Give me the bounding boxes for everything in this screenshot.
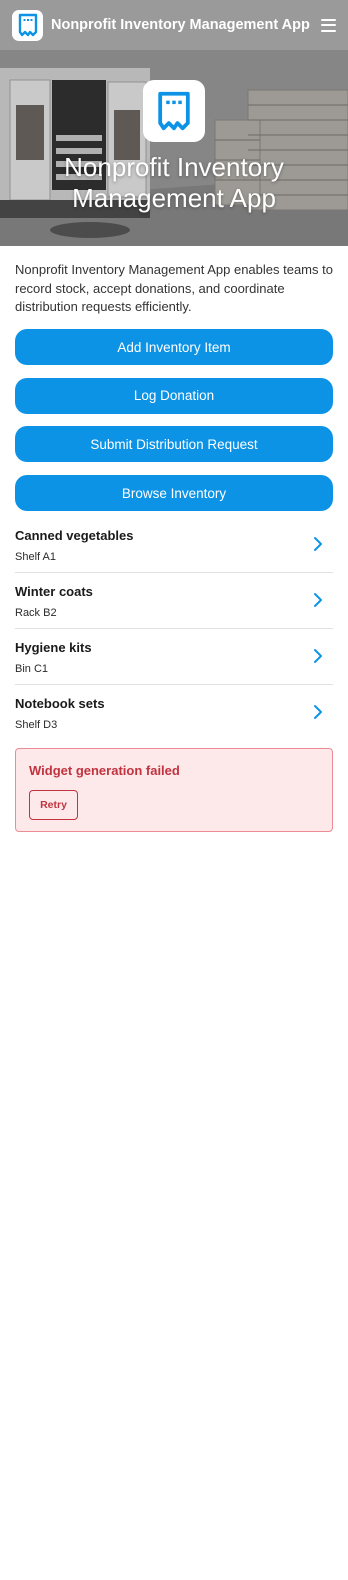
- item-location: Bin C1: [15, 663, 49, 675]
- add-inventory-item-button[interactable]: Add Inventory Item: [15, 329, 333, 365]
- chevron-right-icon: [314, 537, 322, 551]
- action-buttons: Add Inventory Item Log Donation Submit D…: [15, 329, 333, 524]
- widget-error-alert: Widget generation failed Retry: [15, 748, 333, 832]
- submit-distribution-request-button[interactable]: Submit Distribution Request: [15, 426, 333, 463]
- app-title: Nonprofit Inventory Management App: [51, 17, 310, 33]
- list-item[interactable]: Notebook sets Shelf D3: [15, 685, 333, 741]
- hero-icon-tile: [143, 80, 205, 142]
- item-location: Rack B2: [15, 607, 57, 619]
- item-name: Hygiene kits: [15, 640, 92, 655]
- item-location: Shelf A1: [15, 551, 56, 563]
- hero-title: Nonprofit Inventory Management App: [64, 152, 284, 213]
- item-location: Shelf D3: [15, 719, 58, 731]
- error-title: Widget generation failed: [29, 763, 180, 778]
- receipt-icon: [158, 91, 190, 131]
- app-logo[interactable]: [12, 9, 43, 41]
- chevron-right-icon: [314, 593, 322, 607]
- app-description: Nonprofit Inventory Management App enabl…: [15, 262, 333, 314]
- top-app-bar: Nonprofit Inventory Management App: [0, 0, 348, 50]
- list-item[interactable]: Hygiene kits Bin C1: [15, 629, 333, 685]
- receipt-icon: [18, 13, 37, 37]
- item-name: Notebook sets: [15, 696, 105, 711]
- list-item[interactable]: Winter coats Rack B2: [15, 573, 333, 629]
- hamburger-menu-icon[interactable]: [312, 13, 336, 37]
- item-name: Canned vegetables: [15, 528, 134, 543]
- inventory-list: Canned vegetables Shelf A1 Winter coats …: [15, 517, 333, 741]
- item-name: Winter coats: [15, 584, 93, 599]
- browse-inventory-button[interactable]: Browse Inventory: [15, 475, 333, 512]
- retry-button[interactable]: Retry: [29, 790, 78, 820]
- list-item[interactable]: Canned vegetables Shelf A1: [15, 517, 333, 573]
- log-donation-button[interactable]: Log Donation: [15, 377, 333, 414]
- chevron-right-icon: [314, 649, 322, 663]
- hero-banner: Nonprofit Inventory Management App: [0, 50, 348, 246]
- chevron-right-icon: [314, 705, 322, 719]
